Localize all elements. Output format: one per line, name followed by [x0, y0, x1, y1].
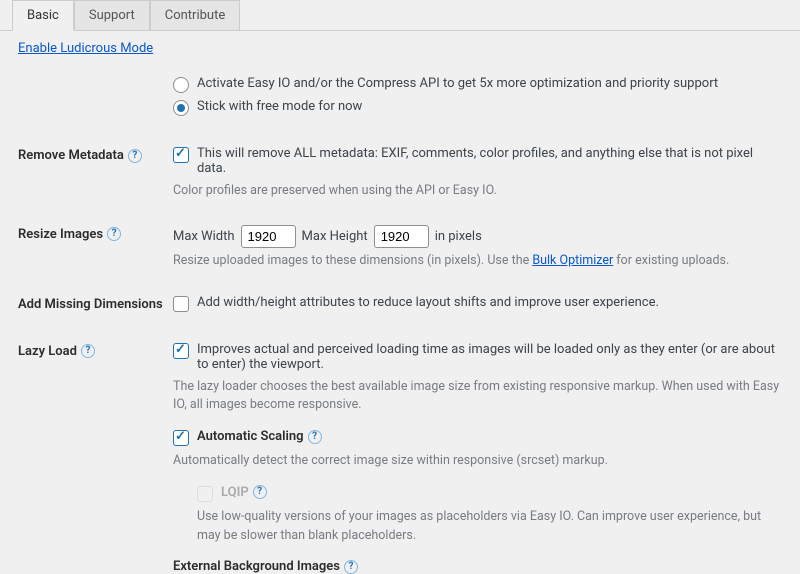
- help-icon[interactable]: ?: [308, 430, 322, 444]
- bulk-optimizer-link[interactable]: Bulk Optimizer: [532, 253, 613, 268]
- auto-scaling-label: Automatic Scaling: [197, 429, 304, 444]
- add-dimensions-row: Add Missing Dimensions Add width/height …: [18, 295, 782, 318]
- radio-activate[interactable]: [173, 77, 189, 93]
- enable-ludicrous-link[interactable]: Enable Ludicrous Mode: [18, 41, 153, 56]
- lqip-checkbox: [197, 486, 213, 502]
- radio-stick[interactable]: [173, 100, 189, 116]
- max-height-label: Max Height: [302, 229, 368, 244]
- add-dimensions-opt: Add width/height attributes to reduce la…: [197, 295, 659, 310]
- remove-metadata-desc: Color profiles are preserved when using …: [173, 182, 782, 201]
- tab-contribute[interactable]: Contribute: [150, 0, 241, 30]
- lazy-load-desc: The lazy loader chooses the best availab…: [173, 378, 782, 416]
- tab-support[interactable]: Support: [74, 0, 150, 30]
- remove-metadata-label: Remove Metadata ?: [18, 146, 173, 163]
- resize-units: in pixels: [435, 229, 482, 244]
- tabs: Basic Support Contribute: [0, 0, 800, 31]
- radio-activate-label: Activate Easy IO and/or the Compress API…: [197, 76, 718, 91]
- lazy-load-row: Lazy Load ? Improves actual and perceive…: [18, 342, 782, 574]
- form-area: Activate Easy IO and/or the Compress API…: [0, 76, 800, 574]
- radio-stick-label: Stick with free mode for now: [197, 99, 362, 114]
- ludicrous-row: Enable Ludicrous Mode: [0, 31, 800, 76]
- mode-label: [18, 76, 173, 78]
- tab-basic[interactable]: Basic: [12, 0, 74, 31]
- lqip-desc: Use low-quality versions of your images …: [197, 508, 782, 546]
- lqip-label: LQIP: [221, 485, 249, 500]
- max-width-input[interactable]: [241, 225, 296, 248]
- max-width-label: Max Width: [173, 229, 235, 244]
- remove-metadata-checkbox[interactable]: [173, 147, 189, 163]
- help-icon[interactable]: ?: [107, 227, 121, 241]
- help-icon[interactable]: ?: [253, 485, 267, 499]
- resize-row: Resize Images ? Max Width Max Height in …: [18, 225, 782, 271]
- lazy-load-opt: Improves actual and perceived loading ti…: [197, 342, 782, 372]
- lazy-load-label: Lazy Load ?: [18, 342, 173, 359]
- ext-bg-label: External Background Images: [173, 559, 340, 574]
- help-icon[interactable]: ?: [128, 149, 142, 163]
- max-height-input[interactable]: [374, 225, 429, 248]
- add-dimensions-checkbox[interactable]: [173, 296, 189, 312]
- remove-metadata-opt: This will remove ALL metadata: EXIF, com…: [197, 146, 782, 176]
- add-dimensions-label: Add Missing Dimensions: [18, 295, 173, 312]
- resize-label: Resize Images ?: [18, 225, 173, 242]
- lazy-load-checkbox[interactable]: [173, 343, 189, 359]
- mode-row: Activate Easy IO and/or the Compress API…: [18, 76, 782, 122]
- remove-metadata-row: Remove Metadata ? This will remove ALL m…: [18, 146, 782, 201]
- auto-scaling-checkbox[interactable]: [173, 430, 189, 446]
- resize-desc: Resize uploaded images to these dimensio…: [173, 252, 782, 271]
- auto-scaling-desc: Automatically detect the correct image s…: [173, 452, 782, 471]
- help-icon[interactable]: ?: [344, 560, 358, 574]
- help-icon[interactable]: ?: [81, 344, 95, 358]
